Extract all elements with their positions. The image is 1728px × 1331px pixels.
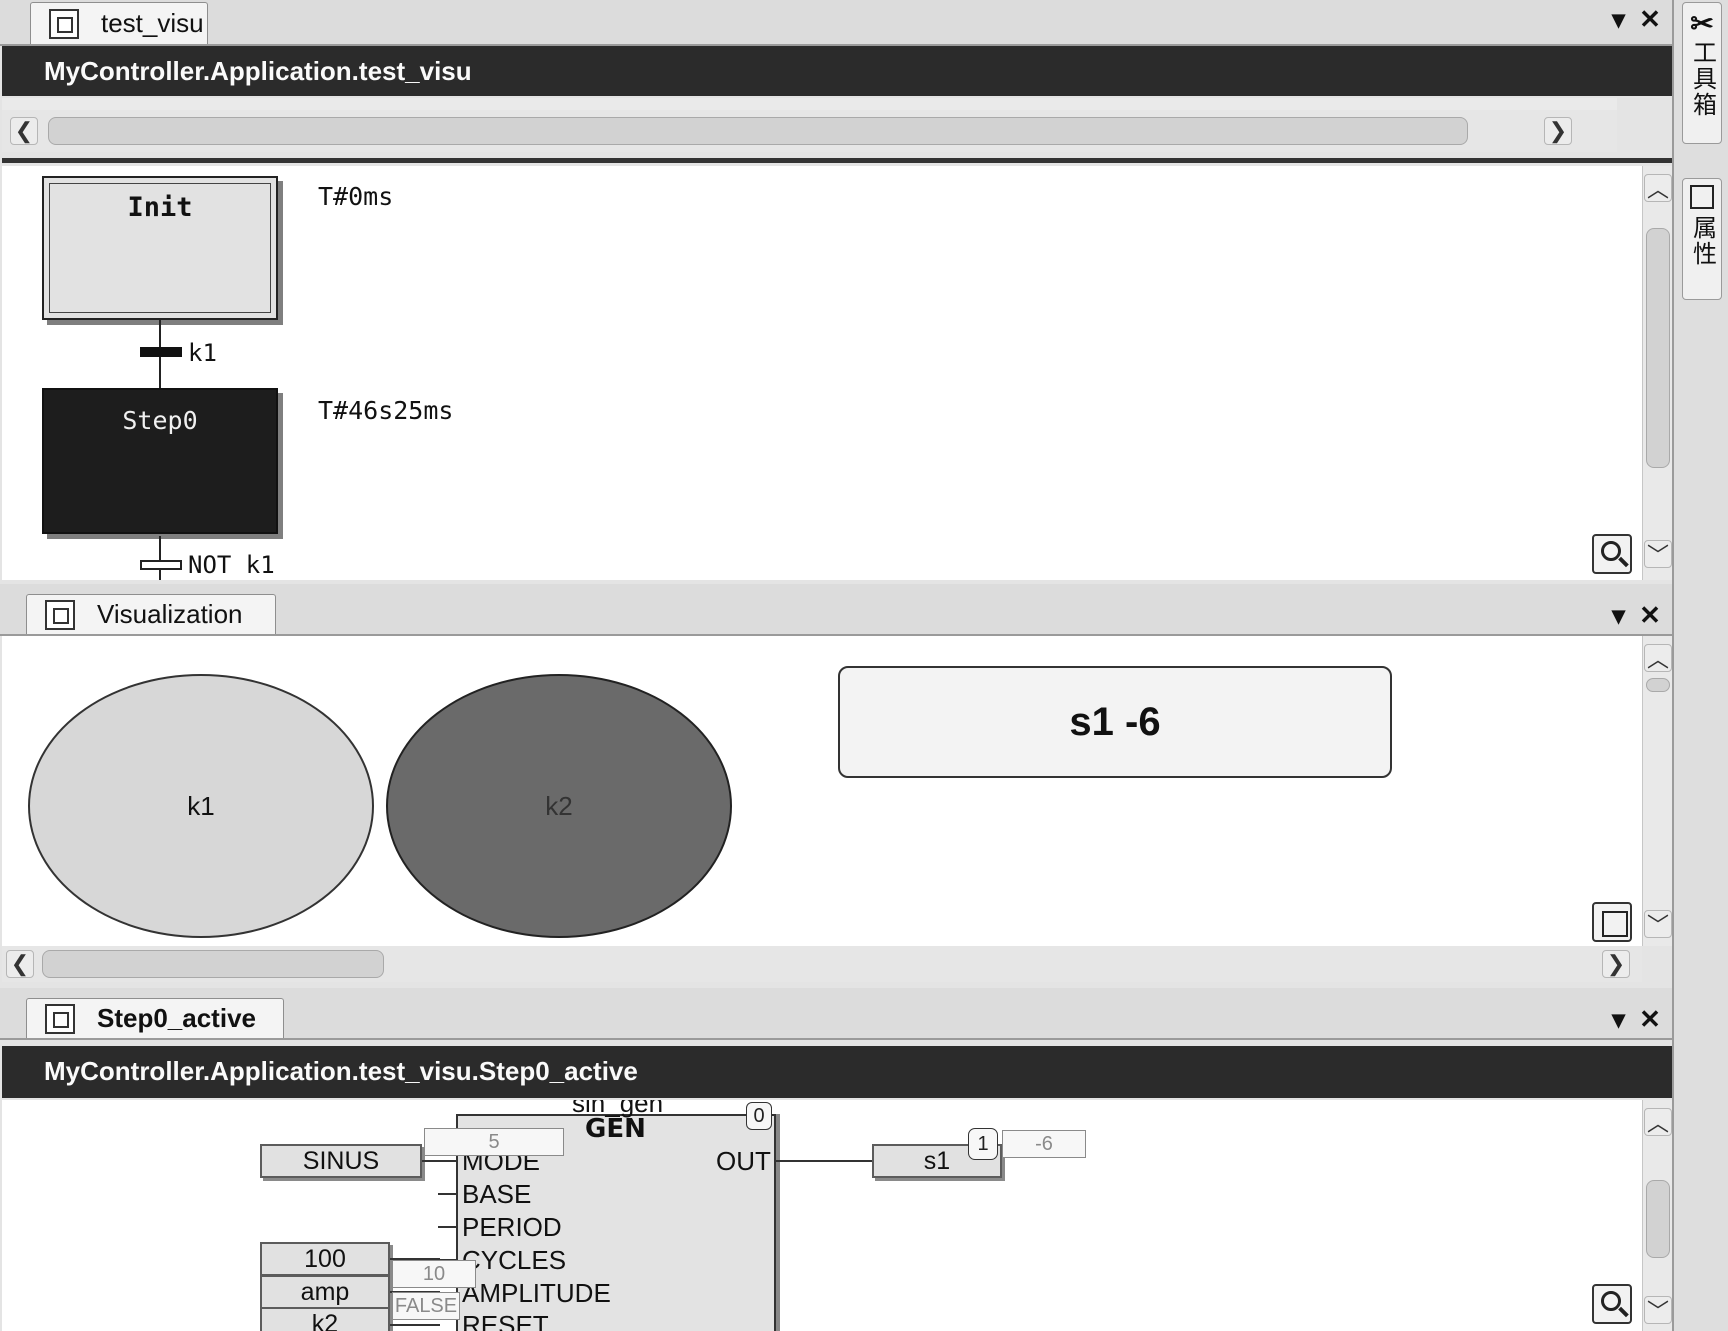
step0-name: Step0 (122, 406, 198, 435)
vscroll-thumb[interactable] (1646, 678, 1670, 692)
editor-tabstrip (0, 0, 1672, 46)
close-icon[interactable]: ✕ (1639, 4, 1661, 35)
scroll-down-icon[interactable]: ﹀ (1644, 910, 1672, 938)
fb-output-out: OUT (716, 1146, 771, 1176)
input-var-reset[interactable]: k2 (260, 1307, 390, 1331)
scroll-left-icon[interactable]: ❮ (10, 117, 38, 145)
toolbox-tab[interactable]: ✂ 工具箱 (1682, 2, 1722, 144)
monitor-mode: 5 (424, 1128, 564, 1156)
value-display-text: s1 -6 (1069, 699, 1161, 744)
step0-time: T#46s25ms (318, 396, 454, 425)
dropdown-icon[interactable]: ▾ (1612, 1004, 1625, 1035)
tab-test-visu-label: test_visu (101, 8, 204, 38)
lamp-k1-label: k1 (187, 790, 215, 821)
close-icon[interactable]: ✕ (1639, 1004, 1661, 1035)
lamp-k1[interactable]: k1 (28, 674, 374, 938)
lamp-k2-label: k2 (545, 790, 573, 821)
fb-input-cycles: CYCLES (462, 1245, 567, 1275)
scroll-up-icon[interactable]: ︿ (1644, 174, 1672, 202)
editor-window-buttons: ▾ ✕ (1612, 4, 1661, 35)
tab-test-visu[interactable]: test_visu (30, 2, 208, 44)
tab-step0-active-label: Step0_active (97, 1003, 256, 1033)
monitor-amplitude: 10 (392, 1260, 476, 1288)
tab-visualization[interactable]: Visualization (26, 594, 276, 634)
transition-not-k1-condition: NOT k1 (188, 551, 275, 579)
right-dock-panel: ✂ 工具箱 属性 (1672, 0, 1728, 1331)
input-var-mode[interactable]: SINUS (260, 1144, 422, 1178)
sfc-init-step[interactable]: Init (42, 176, 278, 320)
visualization-icon (45, 599, 75, 630)
output-monitor-value: -6 (1002, 1130, 1086, 1158)
visualization-canvas: k1 k2 s1 -6 (2, 636, 1642, 946)
output-index-badge: 1 (968, 1128, 998, 1160)
scroll-up-icon[interactable]: ︿ (1644, 1108, 1672, 1136)
wire (776, 1160, 874, 1162)
fbd-vscrollbar[interactable]: ︿ ﹀ (1642, 1100, 1673, 1331)
dropdown-icon[interactable]: ▾ (1612, 600, 1625, 631)
sfc-step0[interactable]: Step0 (42, 388, 278, 534)
fb-type-name: GEN (585, 1114, 646, 1144)
action-window-buttons: ▾ ✕ (1612, 1004, 1661, 1035)
toolbox-icon: ✂ (1690, 8, 1714, 39)
hscroll-thumb[interactable] (42, 950, 384, 978)
hscroll-thumb[interactable] (48, 117, 1468, 145)
sfc-connector (159, 536, 161, 580)
splitter[interactable] (2, 158, 1672, 163)
lamp-k2[interactable]: k2 (386, 674, 732, 938)
scroll-down-icon[interactable]: ﹀ (1644, 1296, 1672, 1324)
fbd-editor-panel: sin_gen GEN 0 MODE BASE PERIOD CYCLES AM… (2, 1100, 1642, 1331)
transition-k1-condition: k1 (188, 339, 217, 367)
st-action-icon (45, 1003, 75, 1034)
sfc-editor-panel: Init T#0ms k1 Step0 T#46s25ms NOT k1 (2, 166, 1642, 580)
scroll-down-icon[interactable]: ﹀ (1644, 540, 1672, 568)
zoom-icon[interactable] (1592, 1284, 1632, 1324)
tab-step0-active[interactable]: Step0_active (26, 998, 284, 1038)
close-icon[interactable]: ✕ (1639, 600, 1661, 631)
action-path-bar: MyController.Application.test_visu.Step0… (2, 1046, 1672, 1098)
tab-visualization-label: Visualization (97, 599, 243, 629)
sfc-transition-k1[interactable] (140, 347, 182, 357)
sfc-transition-not-k1[interactable] (140, 560, 182, 570)
wire (390, 1324, 440, 1326)
wire (422, 1160, 440, 1162)
visualization-toolbox-icon[interactable] (1592, 902, 1632, 942)
sfc-vscrollbar[interactable]: ︿ ﹀ (1642, 166, 1673, 580)
properties-tab[interactable]: 属性 (1682, 178, 1722, 300)
vscroll-thumb[interactable] (1646, 228, 1670, 468)
fb-input-period: PERIOD (462, 1212, 562, 1242)
properties-icon (1690, 185, 1714, 209)
init-step-name: Init (127, 192, 193, 223)
fb-input-base: BASE (462, 1179, 532, 1209)
input-var-amplitude[interactable]: amp (260, 1275, 390, 1309)
scroll-right-icon[interactable]: ❯ (1544, 117, 1572, 145)
scroll-left-icon[interactable]: ❮ (6, 950, 34, 978)
input-var-cycles[interactable]: 100 (260, 1242, 390, 1276)
scroll-right-icon[interactable]: ❯ (1602, 950, 1630, 978)
visualization-vscrollbar[interactable]: ︿ ﹀ (1642, 636, 1673, 946)
editor-path-bar: MyController.Application.test_visu (2, 46, 1672, 96)
monitor-reset: FALSE (392, 1292, 460, 1320)
zoom-icon[interactable] (1592, 534, 1632, 574)
fb-monitor-value: 0 (746, 1102, 772, 1130)
value-display-s1[interactable]: s1 -6 (838, 666, 1392, 778)
vscroll-thumb[interactable] (1646, 1180, 1670, 1258)
toolbox-label: 工具箱 (1688, 40, 1716, 118)
sfc-document-icon (49, 8, 79, 39)
visualization-hscrollbar[interactable]: ❮ ❯ (2, 946, 1642, 982)
properties-label: 属性 (1688, 215, 1716, 267)
init-step-time: T#0ms (318, 182, 394, 211)
dropdown-icon[interactable]: ▾ (1612, 4, 1625, 35)
fb-input-amplitude: AMPLITUDE (462, 1278, 611, 1308)
visualization-window-buttons: ▾ ✕ (1612, 600, 1661, 631)
declaration-hscrollbar[interactable]: ❮ ❯ (2, 110, 1617, 152)
scroll-up-icon[interactable]: ︿ (1644, 644, 1672, 672)
fb-input-reset: RESET (462, 1310, 549, 1331)
